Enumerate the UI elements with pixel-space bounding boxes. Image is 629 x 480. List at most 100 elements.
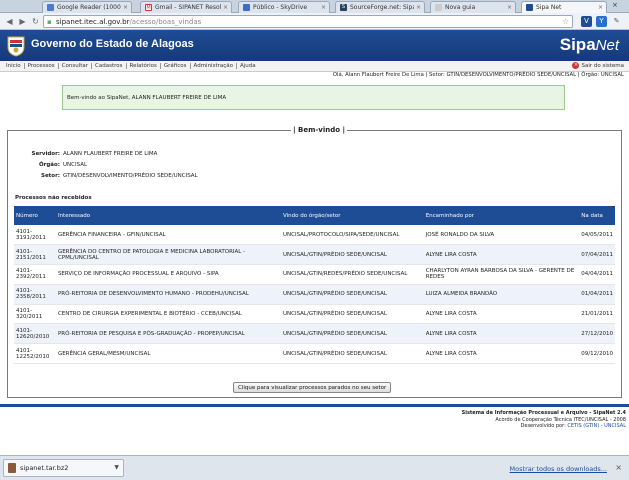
table-row[interactable]: 4101-2151/2011 GERÊNCIA DO CENTRO DE PAT… [14,244,615,266]
cell-data: 07/04/2011 [579,244,615,266]
cell-encaminhado: ALYNE LIRA COSTA [423,323,580,345]
government-title: Governo do Estado de Alagoas [31,38,194,50]
close-tab-icon[interactable]: × [598,4,603,11]
show-all-downloads-link[interactable]: Mostrar todos os downloads... [510,465,607,473]
close-tab-icon[interactable]: × [507,4,512,11]
tab-new-tab[interactable]: Nova guia × [430,1,516,13]
table-row[interactable]: 4101-2358/2011 PRÓ-REITORIA DE DESENVOLV… [14,284,615,305]
cell-numero[interactable]: 4101-320/2011 [14,304,56,325]
menu-item-consultar[interactable]: Consultar [59,63,93,69]
cell-data: 27/12/2010 [579,323,615,345]
column-data: Na data [579,206,615,225]
sipanet-logo: SipaNet [559,35,619,54]
menu-item-processos[interactable]: Processos [25,63,59,69]
menu-item-inicio[interactable]: Inicio [3,63,25,69]
sipanet-icon [526,4,533,11]
close-tab-icon[interactable]: × [223,4,228,11]
tab-google-reader[interactable]: Google Reader (1000+ × [42,1,132,13]
extension-icon[interactable]: V [581,16,592,27]
bookmark-star-icon[interactable]: ☆ [562,17,569,26]
browser-toolbar: ◀ ▶ ↻ ▪ sipanet.itec.al.gov.br /acesso/b… [0,13,629,30]
close-tab-icon[interactable]: × [123,4,128,11]
google-reader-icon [47,4,54,11]
logout-icon: × [572,62,580,69]
close-download-bar-icon[interactable]: × [615,463,622,472]
cell-numero[interactable]: 4101-2151/2011 [14,244,56,266]
welcome-panel: | Bem-vindo | Servidor: ALANN FLAUBERT FR… [7,126,622,398]
close-tab-icon[interactable]: × [416,4,421,11]
table-header: Número Interessado Vindo do órgão/setor … [14,206,615,225]
site-footer: Sistema de Informação Processual e Arqui… [462,410,626,430]
cell-interessado: GERÊNCIA FINANCEIRA - GFIN/UNCISAL [55,225,281,246]
cell-numero[interactable]: 4101-2392/2011 [14,264,56,285]
logout-link[interactable]: × Sair do sistema [572,62,624,69]
window-close-icon[interactable]: × [612,1,618,9]
browser-tab-bar: Google Reader (1000+ × M Gmail - SIPANET… [0,0,629,13]
main-menu: Inicio Processos Consultar Cadastros Rel… [0,61,629,72]
back-icon[interactable]: ◀ [4,16,15,27]
user-info-line: Olá, Alann Flaubert Freire De Lima | Set… [332,72,624,78]
table-row[interactable]: 4101-320/2011 CENTRO DE CIRURGIA EXPERIM… [14,304,615,325]
cell-encaminhado: ALYNE LIRA COSTA [423,244,580,266]
developer-link[interactable]: CETIS (GTIN) - UNCISAL [567,423,626,429]
table-row[interactable]: 4101-12252/2010 GERÊNCIA GERAL/MESM/UNCI… [14,343,615,365]
cell-numero[interactable]: 4101-12252/2010 [14,343,56,365]
state-crest-icon [7,36,25,57]
cell-data: 21/01/2011 [579,304,615,325]
reload-icon[interactable]: ↻ [30,16,41,27]
cell-numero[interactable]: 4101-3191/2011 [14,225,56,246]
menu-item-ajuda[interactable]: Ajuda [237,63,259,69]
archive-file-icon [8,463,16,473]
menu-item-cadastros[interactable]: Cadastros [92,63,127,69]
cell-data: 04/05/2011 [579,225,615,246]
cell-interessado: GERÊNCIA DO CENTRO DE PATOLOGIA E MEDICI… [55,244,281,266]
menu-item-relatorios[interactable]: Relatórios [127,63,161,69]
tab-gmail[interactable]: M Gmail - SIPANET Resolv × [140,1,232,13]
wrench-icon[interactable]: ✎ [611,16,622,27]
download-bar: sipanet.tar.bz2 ▼ Mostrar todos os downl… [0,455,629,480]
menu-item-graficos[interactable]: Gráficos [161,63,191,69]
cell-numero[interactable]: 4101-2358/2011 [14,284,56,305]
new-tab-icon [435,4,442,11]
forward-icon[interactable]: ▶ [17,16,28,27]
servidor-row: Servidor: ALANN FLAUBERT FREIRE DE LIMA [31,151,158,157]
cell-vindo: UNCISAL/GTIN/PRÉDIO SEDE/UNCISAL [280,323,424,345]
tab-skydrive[interactable]: Público - SkyDrive × [238,1,330,13]
tab-sipa-net[interactable]: Sipa Net × [521,1,607,13]
setor-row: Setor: GTIN/DESENVOLVIMENTO/PRÉDIO SEDE/U… [40,173,198,179]
column-encaminhado: Encaminhado por [423,206,580,225]
table-row[interactable]: 4101-3191/2011 GERÊNCIA FINANCEIRA - GFI… [14,225,615,246]
menu-item-administracao[interactable]: Administração [191,63,238,69]
column-numero: Número [14,206,56,225]
table-row[interactable]: 4101-2392/2011 SERVIÇO DE INFORMAÇÃO PRO… [14,264,615,285]
tab-sourceforge[interactable]: S SourceForge.net: Sipa × [335,1,425,13]
cell-interessado: GERÊNCIA GERAL/MESM/UNCISAL [55,343,281,365]
cell-vindo: UNCISAL/GTIN/PRÉDIO SEDE/UNCISAL [280,284,424,305]
cell-encaminhado: LUIZA ALMEIDA BRANDÃO [423,284,580,305]
cell-data: 01/04/2011 [579,284,615,305]
cell-data: 04/04/2011 [579,264,615,285]
column-vindo: Vindo do órgão/setor [280,206,424,225]
cell-vindo: UNCISAL/PROTOCOLO/SIPA/SEDE/UNCISAL [280,225,424,246]
cell-encaminhado: ALYNE LIRA COSTA [423,304,580,325]
sourceforge-icon: S [340,4,347,11]
close-tab-icon[interactable]: × [321,4,326,11]
section-title: Processos não recebidos [15,195,92,201]
column-interessado: Interessado [55,206,281,225]
view-stopped-processes-button[interactable]: Clique para visualizar processos parados… [233,382,392,393]
cell-encaminhado: CHARLYTON AYRAN BARBOSA DA SILVA - GEREN… [423,264,580,285]
gmail-icon: M [145,4,152,11]
cell-encaminhado: ALYNE LIRA COSTA [423,343,580,365]
cell-numero[interactable]: 4101-12620/2010 [14,323,56,345]
cell-encaminhado: JOSÉ RONALDO DA SILVA [423,225,580,246]
cell-vindo: UNCISAL/GTIN/PRÉDIO SEDE/UNCISAL [280,244,424,266]
main-content: Bem-vindo ao SipaNet, ALANN FLAUBERT FRE… [0,80,629,406]
table-row[interactable]: 4101-12620/2010 PRÓ-REITORIA DE PESQUISA… [14,323,615,345]
skydrive-icon [243,4,250,11]
extension-icon[interactable]: Y [596,16,607,27]
footer-system-name: Sistema de Informação Processual e Arqui… [461,410,626,416]
address-bar[interactable]: ▪ sipanet.itec.al.gov.br /acesso/boas_vi… [43,15,573,28]
download-item[interactable]: sipanet.tar.bz2 ▼ [3,459,124,477]
chevron-down-icon[interactable]: ▼ [114,464,119,471]
cell-vindo: UNCISAL/GTIN/REDES/PRÉDIO SEDE/UNCISAL [280,264,424,285]
